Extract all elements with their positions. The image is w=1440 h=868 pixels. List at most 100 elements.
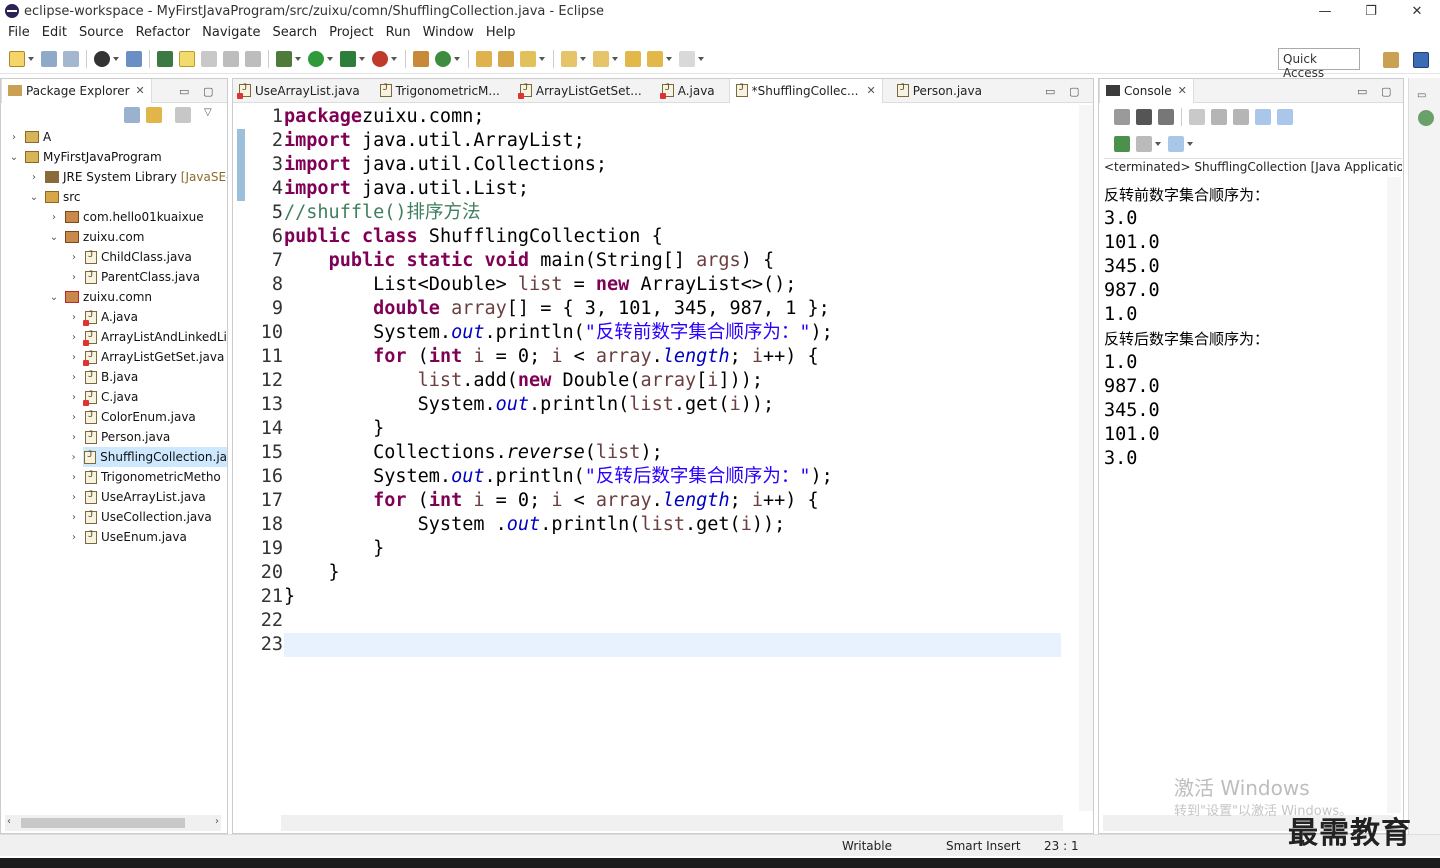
editor-maximize-icon[interactable]: ▢ bbox=[1069, 85, 1079, 98]
block-selection-icon[interactable] bbox=[223, 50, 239, 67]
new-icon[interactable] bbox=[9, 50, 25, 67]
previous-annotation-dropdown-icon[interactable] bbox=[612, 56, 618, 61]
editor-tab[interactable]: Person.java bbox=[891, 79, 988, 103]
chevron-down-icon[interactable]: ⌄ bbox=[9, 152, 19, 163]
editor-tab[interactable]: A.java bbox=[656, 79, 721, 103]
code-line[interactable]: for (int i = 0; i < array.length; i++) { bbox=[284, 489, 1061, 513]
editor-tab[interactable]: TrigonometricM... bbox=[374, 79, 506, 103]
chevron-right-icon[interactable]: › bbox=[29, 172, 39, 183]
maximize-icon[interactable]: ▢ bbox=[203, 85, 213, 98]
search-icon[interactable] bbox=[520, 50, 536, 67]
tree-item[interactable]: › A.java bbox=[69, 307, 138, 327]
display-console-dropdown-icon[interactable] bbox=[1155, 142, 1161, 146]
chevron-down-icon[interactable]: ⌄ bbox=[29, 192, 39, 203]
close-icon[interactable]: ✕ bbox=[1178, 84, 1187, 97]
code-line[interactable]: import java.util.List; bbox=[284, 177, 1061, 201]
open-console-icon[interactable] bbox=[94, 50, 110, 67]
back-dropdown-icon[interactable] bbox=[666, 56, 672, 61]
editor-tab[interactable]: ArrayListGetSet... bbox=[514, 79, 648, 103]
tree-item[interactable]: › ParentClass.java bbox=[69, 267, 200, 287]
chevron-right-icon[interactable]: › bbox=[69, 532, 79, 543]
chevron-right-icon[interactable]: › bbox=[69, 392, 79, 403]
code-line[interactable]: packagezuixu.comn; bbox=[284, 105, 1061, 129]
scrollbar-thumb[interactable] bbox=[21, 818, 185, 828]
console-dropdown-icon[interactable] bbox=[113, 56, 119, 61]
restore-button[interactable]: ❐ bbox=[1348, 0, 1394, 22]
chevron-right-icon[interactable]: › bbox=[69, 252, 79, 263]
code-line[interactable]: import java.util.Collections; bbox=[284, 153, 1061, 177]
code-line[interactable]: } bbox=[284, 537, 1061, 561]
scroll-lock-icon[interactable] bbox=[1211, 109, 1227, 125]
save-icon[interactable] bbox=[41, 50, 57, 67]
word-wrap-icon[interactable] bbox=[1233, 109, 1249, 125]
scroll-left-icon[interactable]: ‹ bbox=[7, 816, 11, 827]
forward-dropdown-icon[interactable] bbox=[698, 56, 704, 61]
tree-item[interactable]: › ArrayListAndLinkedLi bbox=[69, 327, 227, 347]
code-line[interactable]: public static void main(String[] args) { bbox=[284, 249, 1061, 273]
menu-window[interactable]: Window bbox=[417, 25, 480, 40]
code-line[interactable] bbox=[284, 633, 1061, 657]
chevron-down-icon[interactable]: ⌄ bbox=[49, 292, 59, 303]
debug-dropdown-icon[interactable] bbox=[295, 56, 301, 61]
code-line[interactable]: import java.util.ArrayList; bbox=[284, 129, 1061, 153]
tree-item[interactable]: › Person.java bbox=[69, 427, 170, 447]
menu-refactor[interactable]: Refactor bbox=[130, 25, 197, 40]
tree-item[interactable]: › ShufflingCollection.ja bbox=[72, 447, 227, 467]
tree-item[interactable]: › TrigonometricMetho bbox=[69, 467, 221, 487]
display-console-icon[interactable] bbox=[1136, 136, 1152, 152]
external-tools-icon[interactable] bbox=[372, 50, 388, 67]
open-type-icon[interactable] bbox=[476, 50, 492, 67]
chevron-right-icon[interactable]: › bbox=[69, 512, 79, 523]
terminate-icon[interactable] bbox=[1114, 109, 1130, 125]
code-line[interactable] bbox=[284, 609, 1061, 633]
scroll-right-icon[interactable]: › bbox=[215, 816, 219, 827]
tree-item[interactable]: › JRE System Library [JavaSE- bbox=[29, 167, 227, 187]
java-perspective-icon[interactable] bbox=[1413, 52, 1429, 68]
chevron-right-icon[interactable]: › bbox=[69, 452, 78, 463]
skip-breakpoints-icon[interactable] bbox=[126, 50, 142, 67]
chevron-right-icon[interactable]: › bbox=[69, 432, 79, 443]
run-dropdown-icon[interactable] bbox=[327, 56, 333, 61]
menu-edit[interactable]: Edit bbox=[36, 25, 73, 40]
save-all-icon[interactable] bbox=[63, 50, 79, 67]
tree-item[interactable]: › UseEnum.java bbox=[69, 527, 187, 547]
editor-tab[interactable]: UseArrayList.java bbox=[233, 79, 366, 103]
console-vertical-scrollbar[interactable] bbox=[1387, 177, 1401, 813]
code-line[interactable]: Collections.reverse(list); bbox=[284, 441, 1061, 465]
tree-item[interactable]: ⌄ zuixu.com bbox=[49, 227, 145, 247]
tree-item[interactable]: › C.java bbox=[69, 387, 138, 407]
minimize-icon[interactable]: ▭ bbox=[179, 85, 189, 98]
code-line[interactable]: public class ShufflingCollection { bbox=[284, 225, 1061, 249]
open-task-icon[interactable] bbox=[498, 50, 514, 67]
chevron-right-icon[interactable]: › bbox=[69, 472, 79, 483]
focus-icon[interactable] bbox=[175, 107, 191, 123]
show-on-stdout-icon[interactable] bbox=[1255, 109, 1271, 125]
link-with-editor-icon[interactable] bbox=[146, 107, 162, 123]
close-icon[interactable]: ✕ bbox=[136, 84, 145, 97]
tree-item[interactable]: ⌄ MyFirstJavaProgram bbox=[9, 147, 162, 167]
editor-horizontal-scrollbar[interactable] bbox=[281, 815, 1063, 831]
external-tools-dropdown-icon[interactable] bbox=[391, 56, 397, 61]
show-whitespace-icon[interactable] bbox=[201, 50, 217, 67]
tab-package-explorer[interactable]: Package Explorer ✕ bbox=[1, 78, 152, 103]
tree-item[interactable]: ⌄ src bbox=[29, 187, 81, 207]
restore-icon[interactable]: ▭ bbox=[1417, 90, 1426, 101]
new-java-package-icon[interactable] bbox=[413, 50, 429, 67]
menu-navigate[interactable]: Navigate bbox=[196, 25, 266, 40]
chevron-right-icon[interactable]: › bbox=[69, 492, 79, 503]
new-java-class-icon[interactable] bbox=[435, 50, 451, 67]
source-code[interactable]: packagezuixu.comn; import java.util.Array… bbox=[284, 105, 1061, 657]
view-menu-icon[interactable]: ▽ bbox=[204, 107, 212, 123]
menu-file[interactable]: File bbox=[2, 25, 36, 40]
tree-item[interactable]: › com.hello01kuaixue bbox=[49, 207, 204, 227]
coverage-icon[interactable] bbox=[340, 50, 356, 67]
chevron-right-icon[interactable]: › bbox=[9, 132, 19, 143]
search-dropdown-icon[interactable] bbox=[539, 56, 545, 61]
menu-source[interactable]: Source bbox=[73, 25, 130, 40]
chevron-right-icon[interactable]: › bbox=[49, 212, 59, 223]
maximize-icon[interactable]: ▢ bbox=[1381, 85, 1391, 98]
code-line[interactable]: System.out.println(list.get(i)); bbox=[284, 393, 1061, 417]
chevron-right-icon[interactable]: › bbox=[69, 412, 79, 423]
tree-item[interactable]: › UseCollection.java bbox=[69, 507, 212, 527]
code-line[interactable]: System .out.println(list.get(i)); bbox=[284, 513, 1061, 537]
